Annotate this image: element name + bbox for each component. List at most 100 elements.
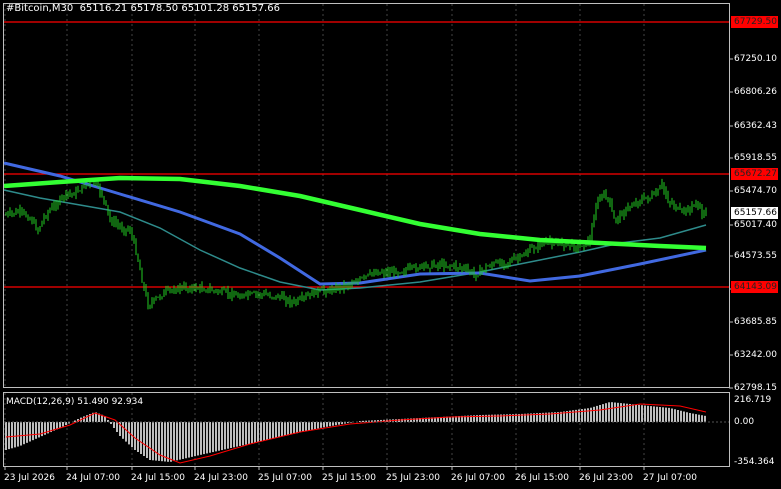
- macd-bar: [83, 416, 85, 422]
- macd-bar: [185, 422, 187, 459]
- macd-level-label: -354.364: [734, 457, 775, 467]
- macd-bar: [689, 413, 691, 422]
- macd-bar: [197, 422, 199, 456]
- time-label: 24 Jul 15:00: [131, 473, 185, 483]
- time-label: 24 Jul 07:00: [66, 473, 120, 483]
- macd-bar: [308, 422, 310, 431]
- symbol-label: #Bitcoin,M30: [6, 3, 74, 14]
- macd-bar: [236, 422, 238, 447]
- macd-bar: [20, 422, 22, 446]
- macd-bar: [146, 422, 148, 458]
- price-label: 62798.15: [734, 383, 777, 393]
- macd-bar: [662, 407, 664, 422]
- macd-bar: [593, 406, 595, 422]
- macd-bar: [278, 422, 280, 438]
- resistance-top-tag: 67729.50: [731, 16, 778, 28]
- main-pane-frame: [3, 3, 730, 388]
- macd-bar: [188, 422, 190, 458]
- macd-bar: [602, 404, 604, 422]
- macd-bar: [650, 406, 652, 422]
- macd-bar: [275, 422, 277, 438]
- macd-bar: [245, 422, 247, 445]
- macd-bar: [179, 422, 181, 460]
- macd-bar: [218, 422, 220, 451]
- macd-bar: [296, 422, 298, 434]
- macd-bar: [596, 405, 598, 422]
- time-label: 27 Jul 07:00: [643, 473, 697, 483]
- macd-bar: [326, 422, 328, 427]
- macd-bar: [704, 415, 706, 422]
- macd-bar: [617, 402, 619, 422]
- macd-bar: [11, 422, 13, 449]
- macd-bar: [614, 402, 616, 422]
- macd-bar: [317, 422, 319, 429]
- macd-bar: [290, 422, 292, 435]
- ma-mid-line: [3, 161, 707, 286]
- price-chart[interactable]: [0, 0, 781, 489]
- price-label: 65918.55: [734, 153, 777, 163]
- price-label: 63685.85: [734, 317, 777, 327]
- time-label: 26 Jul 15:00: [515, 473, 569, 483]
- macd-bar: [587, 408, 589, 422]
- macd-bar: [698, 414, 700, 422]
- macd-bar: [683, 411, 685, 422]
- macd-bar: [200, 422, 202, 455]
- macd-bar: [155, 422, 157, 461]
- macd-bar: [665, 407, 667, 422]
- macd-bar: [620, 403, 622, 422]
- chart-header: #Bitcoin,M30 65116.21 65178.50 65101.28 …: [6, 3, 280, 15]
- macd-histogram: [5, 402, 706, 462]
- macd-bar: [674, 409, 676, 422]
- price-label: 66362.43: [734, 121, 777, 131]
- macd-bar: [305, 422, 307, 432]
- macd-bar: [260, 422, 262, 442]
- time-label: 26 Jul 23:00: [579, 473, 633, 483]
- macd-bar: [320, 422, 322, 428]
- macd-bar: [329, 422, 331, 427]
- price-label: 64573.55: [734, 251, 777, 261]
- macd-bar: [638, 404, 640, 422]
- macd-bar: [677, 410, 679, 422]
- macd-bar: [194, 422, 196, 457]
- macd-bar: [248, 422, 250, 444]
- macd-bar: [215, 422, 217, 452]
- macd-level-label: 0.00: [734, 417, 755, 427]
- macd-bar: [257, 422, 259, 442]
- ohlc-values: 65116.21 65178.50 65101.28 65157.66: [79, 3, 280, 14]
- macd-bar: [203, 422, 205, 455]
- macd-bar: [299, 422, 301, 433]
- macd-bar: [599, 405, 601, 422]
- macd-bar: [116, 422, 118, 432]
- time-label: 26 Jul 07:00: [451, 473, 505, 483]
- macd-bar: [176, 422, 178, 461]
- macd-bar: [29, 422, 31, 442]
- macd-bar: [35, 422, 37, 439]
- macd-bar: [293, 422, 295, 434]
- macd-label: MACD(12,26,9) 51.490 92.934: [6, 397, 144, 407]
- macd-bar: [182, 422, 184, 459]
- macd-bar: [26, 422, 28, 443]
- macd-bar: [209, 422, 211, 453]
- macd-bar: [302, 422, 304, 432]
- resistance-mid-tag: 65672.27: [731, 168, 778, 180]
- macd-bar: [680, 410, 682, 422]
- macd-bar: [17, 422, 19, 447]
- macd-bar: [14, 422, 16, 448]
- macd-bar: [125, 422, 127, 442]
- macd-bar: [647, 405, 649, 422]
- macd-bar: [251, 422, 253, 444]
- ma-slow-line: [3, 175, 707, 251]
- macd-bar: [23, 422, 25, 445]
- macd-bar: [167, 422, 169, 462]
- macd-bar: [332, 422, 334, 426]
- macd-bar: [233, 422, 235, 448]
- macd-bar: [122, 422, 124, 439]
- macd-bar: [641, 405, 643, 422]
- macd-bar: [143, 422, 145, 456]
- macd-bar: [227, 422, 229, 449]
- macd-bar: [173, 422, 175, 462]
- macd-bar: [629, 404, 631, 422]
- macd-bar: [230, 422, 232, 449]
- macd-bar: [701, 415, 703, 422]
- macd-bar: [671, 408, 673, 422]
